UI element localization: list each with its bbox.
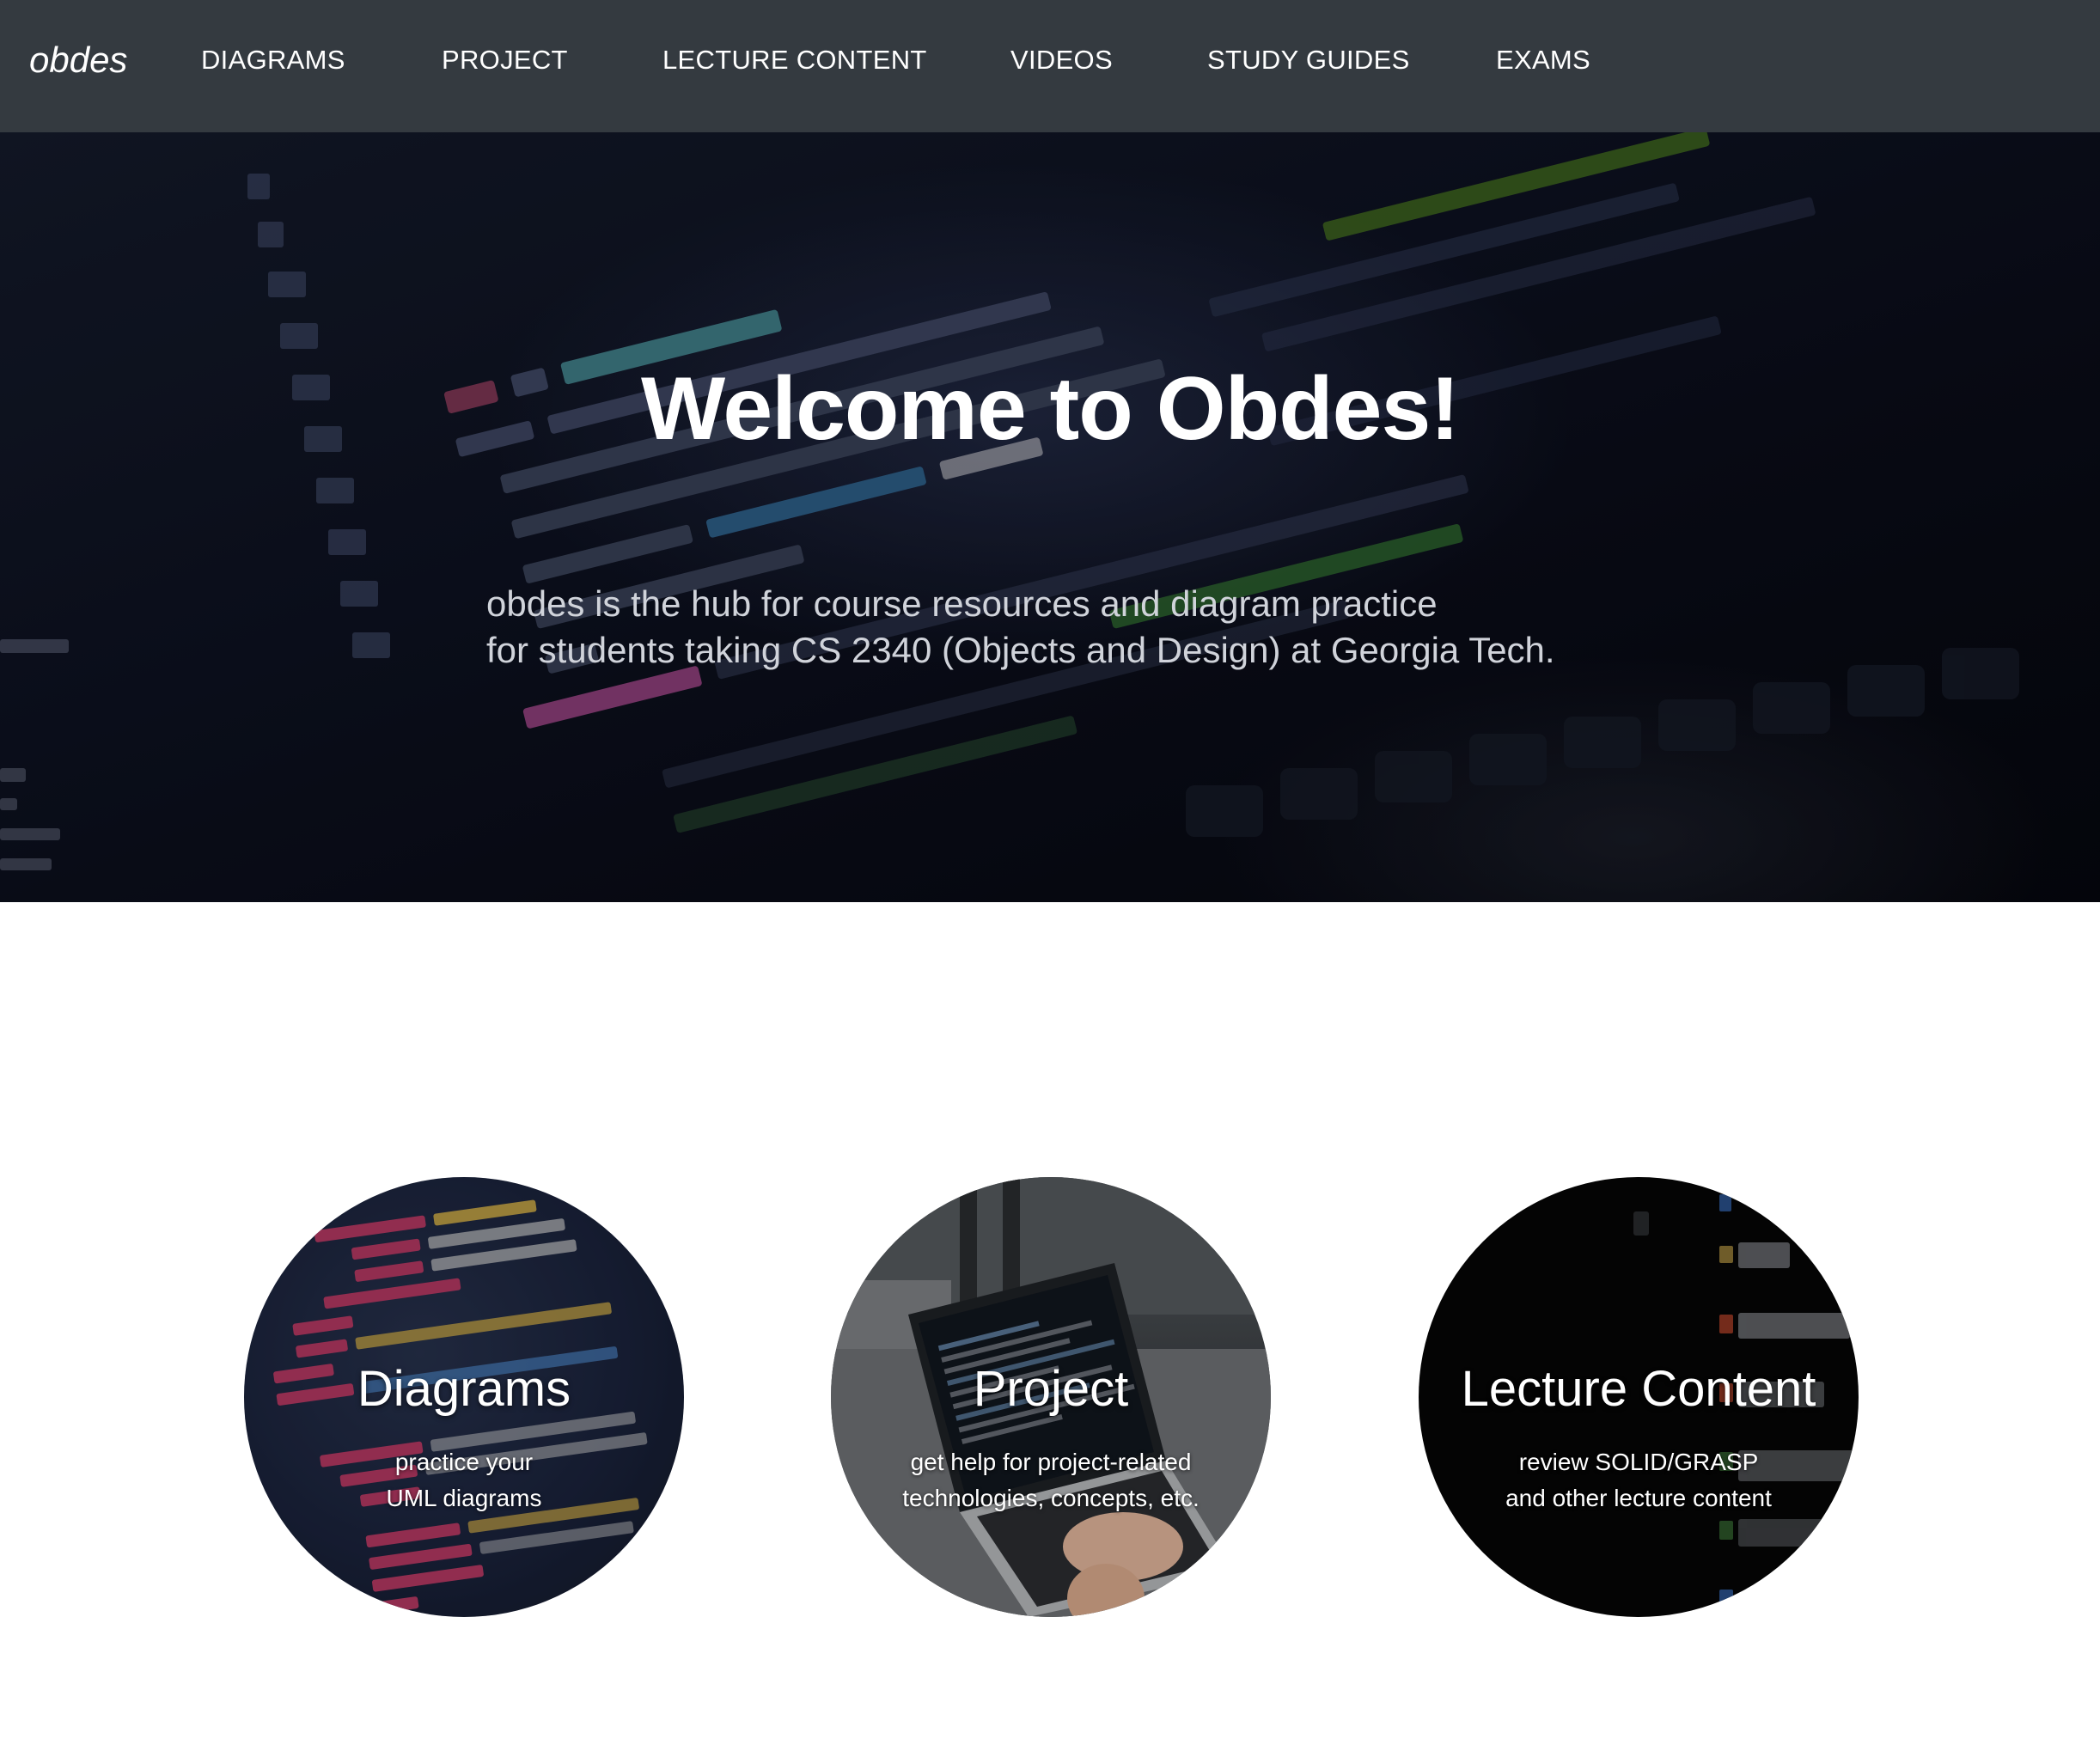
project-card-title: Project bbox=[973, 1361, 1129, 1417]
diagrams-card-desc-line-1: practice your bbox=[394, 1449, 534, 1475]
diagrams-card-desc-line-2: UML diagrams bbox=[386, 1485, 542, 1511]
hero-subtitle-line-2: for students taking CS 2340 (Objects and… bbox=[486, 630, 1555, 670]
brand-logo-link[interactable]: obdes bbox=[29, 34, 127, 86]
nav-link-study-guides[interactable]: STUDY GUIDES bbox=[1207, 41, 1410, 79]
lecture-content-card-desc-line-1: review SOLID/GRASP bbox=[1518, 1449, 1759, 1475]
project-card[interactable]: Project get help for project-related tec… bbox=[831, 1177, 1271, 1617]
lecture-content-card-title: Lecture Content bbox=[1461, 1361, 1816, 1417]
hero-subtitle-line-1: obdes is the hub for course resources an… bbox=[486, 583, 1438, 624]
diagrams-card-title: Diagrams bbox=[357, 1361, 571, 1417]
nav-link-exams[interactable]: EXAMS bbox=[1496, 41, 1590, 79]
navbar: obdes DIAGRAMS PROJECT LECTURE CONTENT V… bbox=[0, 0, 2100, 132]
nav-link-lecture-content[interactable]: LECTURE CONTENT bbox=[662, 41, 927, 79]
hero-banner: Welcome to Obdes! obdes is the hub for c… bbox=[0, 132, 2100, 902]
project-card-desc-line-2: technologies, concepts, etc. bbox=[902, 1485, 1200, 1511]
lecture-content-card-desc-line-2: and other lecture content bbox=[1505, 1485, 1772, 1511]
hero-dark-overlay bbox=[0, 132, 2100, 902]
project-card-desc-line-1: get help for project-related bbox=[910, 1449, 1192, 1475]
nav-link-diagrams[interactable]: DIAGRAMS bbox=[201, 41, 345, 79]
hero-title: Welcome to Obdes! bbox=[641, 359, 1460, 459]
nav-link-videos[interactable]: VIDEOS bbox=[1010, 41, 1113, 79]
nav-link-project[interactable]: PROJECT bbox=[442, 41, 568, 79]
lecture-content-card[interactable]: Lecture Content review SOLID/GRASP and o… bbox=[1419, 1177, 1859, 1617]
diagrams-card[interactable]: Diagrams practice your UML diagrams bbox=[244, 1177, 684, 1617]
